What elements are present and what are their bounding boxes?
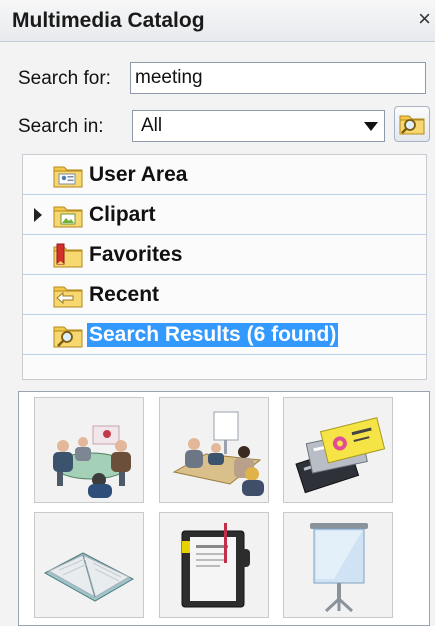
tree-item-label: Clipart [89,203,156,226]
user-folder-icon [53,166,83,188]
tree-item-favorites[interactable]: Favorites [23,235,426,275]
folder-search-icon [399,115,425,135]
business-cards-icon [295,417,386,494]
result-thumbnail-5[interactable] [159,512,269,618]
favorites-folder-icon [53,243,83,268]
catalog-tree: User Area Clipart Favorites Recent Searc… [22,154,427,380]
tree-item-label: Favorites [89,243,183,266]
panel-header: Multimedia Catalog × [0,0,435,42]
tree-item-clipart[interactable]: Clipart [23,195,426,235]
search-for-label: Search for: [18,68,111,89]
search-folder-icon [53,326,83,348]
recent-folder-icon [53,286,83,308]
tree-item-search-results[interactable]: Search Results (6 found) [23,315,426,355]
conference-presentation-icon [172,411,264,496]
search-button[interactable] [394,106,430,142]
result-thumbnail-2[interactable] [159,397,269,503]
search-results-grid [18,391,430,626]
organizer-icon [181,523,250,608]
search-in-dropdown[interactable]: All [132,110,385,142]
tree-item-label: Recent [89,283,160,306]
expand-arrow-icon[interactable] [34,208,42,222]
panel-title: Multimedia Catalog [12,9,205,32]
meeting-table-icon [53,425,131,498]
notebook-icon [43,552,135,602]
result-thumbnail-4[interactable] [34,512,144,618]
tree-item-user-area[interactable]: User Area [23,155,426,195]
result-thumbnail-6[interactable] [283,512,393,618]
result-thumbnail-3[interactable] [283,397,393,503]
clipart-folder-icon [53,206,83,228]
close-icon[interactable]: × [418,8,431,30]
tree-item-recent[interactable]: Recent [23,275,426,315]
dropdown-arrow-icon [364,122,378,131]
tree-item-label: Search Results (6 found) [87,323,339,347]
search-input[interactable] [130,62,426,94]
search-in-value: All [141,115,163,136]
result-thumbnail-1[interactable] [34,397,144,503]
tree-item-label: User Area [89,163,188,186]
projector-screen-icon [310,523,368,613]
search-in-label: Search in: [18,116,104,137]
multimedia-catalog-panel: Multimedia Catalog × Search for: Search … [0,0,435,626]
